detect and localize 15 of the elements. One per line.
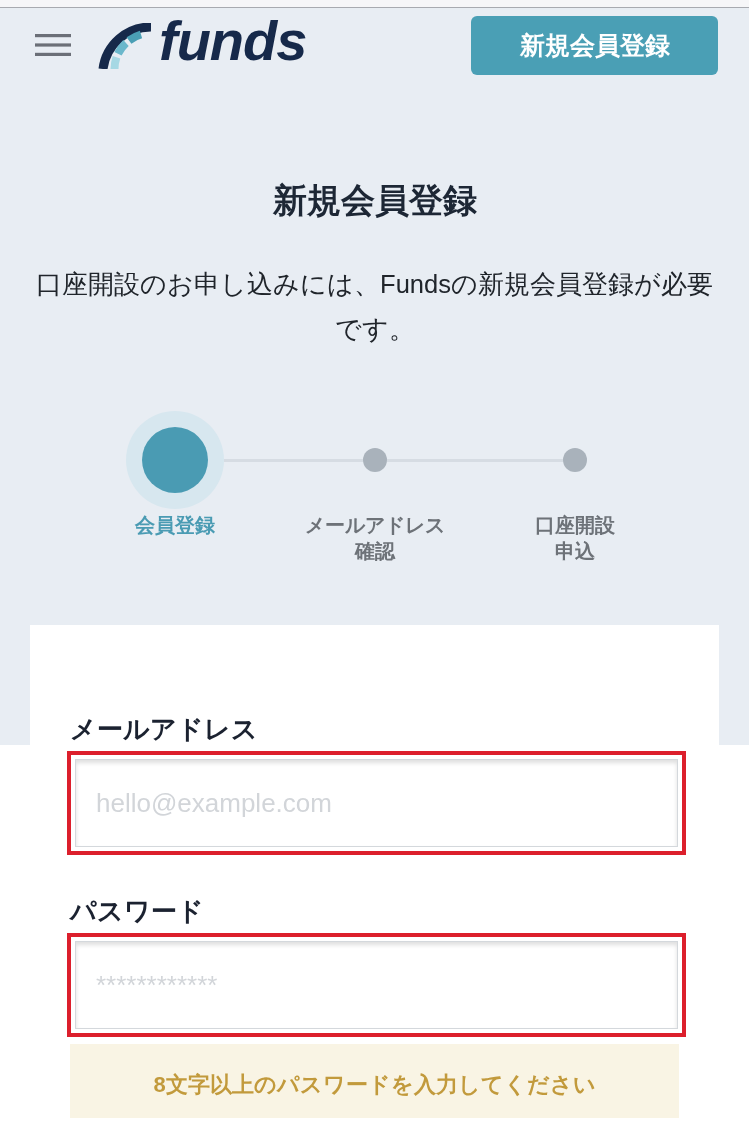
step-label: 会員登録 <box>134 513 215 538</box>
input-field[interactable]: ************ <box>75 941 678 1029</box>
step-label: 口座開設 <box>534 513 615 538</box>
logo-icon <box>97 23 151 69</box>
password-hint: 8文字以上のパスワードを入力してください <box>70 1044 679 1118</box>
field-label: パスワード <box>70 895 204 928</box>
step-label: 申込 <box>554 539 595 564</box>
step-label: メールアドレス <box>304 513 445 538</box>
page-title: 新規会員登録 <box>271 180 478 221</box>
step-label: 確認 <box>354 539 395 564</box>
logo-text: funds <box>159 13 307 69</box>
menu-icon[interactable] <box>35 34 71 56</box>
signup-button[interactable]: 新規会員登録 <box>471 15 718 75</box>
intro-text: 口座開設のお申し込みには、Fundsの新規会員登録が必要です。 <box>35 269 714 345</box>
field-label: メールアドレス <box>70 713 258 746</box>
